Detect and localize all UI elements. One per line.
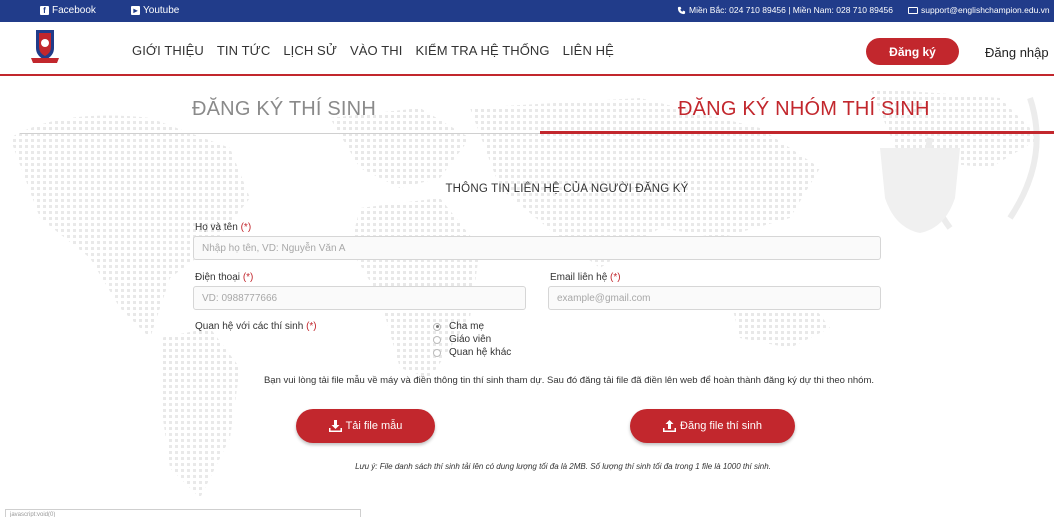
download-template-label: Tải file mẫu xyxy=(345,420,403,432)
phone-input[interactable]: VD: 0988777666 xyxy=(193,286,526,310)
relation-label: Quan hệ với các thí sinh (*) xyxy=(195,321,317,332)
active-tab-indicator xyxy=(540,131,1054,134)
phone-icon xyxy=(677,6,686,14)
name-input[interactable]: Nhập họ tên, VD: Nguyễn Văn A xyxy=(193,236,881,260)
tab-divider xyxy=(20,133,540,134)
shield-logo-icon xyxy=(31,30,59,63)
upload-icon xyxy=(663,420,677,432)
relation-option-teacher[interactable]: Giáo viên xyxy=(433,334,491,345)
relation-option-label: Cha mẹ xyxy=(449,321,485,332)
site-logo[interactable] xyxy=(30,28,60,66)
support-email: support@englishchampion.edu.vn xyxy=(921,5,1050,15)
main-nav: GIỚI THIỆU TIN TỨC LỊCH SỬ VÀO THI KIỂM … xyxy=(0,22,1054,76)
menu-item-about[interactable]: GIỚI THIỆU xyxy=(132,43,204,58)
upload-note: Lưu ý: File danh sách thí sinh tải lên c… xyxy=(355,462,771,471)
youtube-icon: ▸ xyxy=(131,6,140,15)
radio-parent[interactable] xyxy=(433,322,441,331)
tab-group-registration[interactable]: ĐĂNG KÝ NHÓM THÍ SINH xyxy=(678,98,930,121)
world-map-background xyxy=(10,88,1040,498)
youtube-link[interactable]: ▸ Youtube xyxy=(131,5,179,16)
status-bar: javascript:void(0) xyxy=(5,509,361,517)
hotline[interactable]: Miền Bắc: 024 710 89456 | Miền Nam: 028 … xyxy=(677,5,893,15)
form-title: THÔNG TIN LIÊN HỆ CỦA NGƯỜI ĐĂNG KÝ xyxy=(445,183,689,195)
upload-file-label: Đăng file thí sinh xyxy=(680,420,762,432)
relation-option-label: Giáo viên xyxy=(449,334,492,345)
name-label: Họ và tên (*) xyxy=(195,222,252,233)
relation-option-other[interactable]: Quan hệ khác xyxy=(433,347,511,358)
radio-teacher[interactable] xyxy=(433,335,441,344)
login-link[interactable]: Đăng nhập xyxy=(985,45,1049,60)
support-email-link[interactable]: support@englishchampion.edu.vn xyxy=(908,5,1050,15)
menu-item-contact[interactable]: LIÊN HỆ xyxy=(563,43,614,58)
facebook-label: Facebook xyxy=(52,5,96,16)
menu-item-history[interactable]: LỊCH SỬ xyxy=(283,43,337,58)
top-bar: f Facebook ▸ Youtube Miền Bắc: 024 710 8… xyxy=(0,0,1054,22)
main-menu: GIỚI THIỆU TIN TỨC LỊCH SỬ VÀO THI KIỂM … xyxy=(132,43,627,58)
menu-item-system-check[interactable]: KIỂM TRA HỆ THỐNG xyxy=(416,43,550,58)
instruction-text: Bạn vui lòng tải file mẫu về máy và điền… xyxy=(263,375,875,386)
hotline-text: Miền Bắc: 024 710 89456 | Miền Nam: 028 … xyxy=(689,5,893,15)
register-button[interactable]: Đăng ký xyxy=(866,38,959,65)
download-template-button[interactable]: Tải file mẫu xyxy=(296,409,435,443)
facebook-icon: f xyxy=(40,6,49,15)
tab-individual-registration[interactable]: ĐĂNG KÝ THÍ SINH xyxy=(192,98,376,121)
mail-icon xyxy=(908,6,918,14)
email-label: Email liên hệ (*) xyxy=(550,272,621,283)
radio-other[interactable] xyxy=(433,348,441,357)
relation-option-label: Quan hệ khác xyxy=(449,347,512,358)
menu-item-exam[interactable]: VÀO THI xyxy=(350,43,402,58)
upload-file-button[interactable]: Đăng file thí sinh xyxy=(630,409,795,443)
email-input[interactable]: example@gmail.com xyxy=(548,286,881,310)
youtube-label: Youtube xyxy=(143,5,180,16)
menu-item-news[interactable]: TIN TỨC xyxy=(217,43,270,58)
relation-option-parent[interactable]: Cha mẹ xyxy=(433,321,484,332)
phone-label: Điện thoại (*) xyxy=(195,272,254,283)
facebook-link[interactable]: f Facebook xyxy=(40,5,96,16)
download-icon xyxy=(328,420,342,432)
